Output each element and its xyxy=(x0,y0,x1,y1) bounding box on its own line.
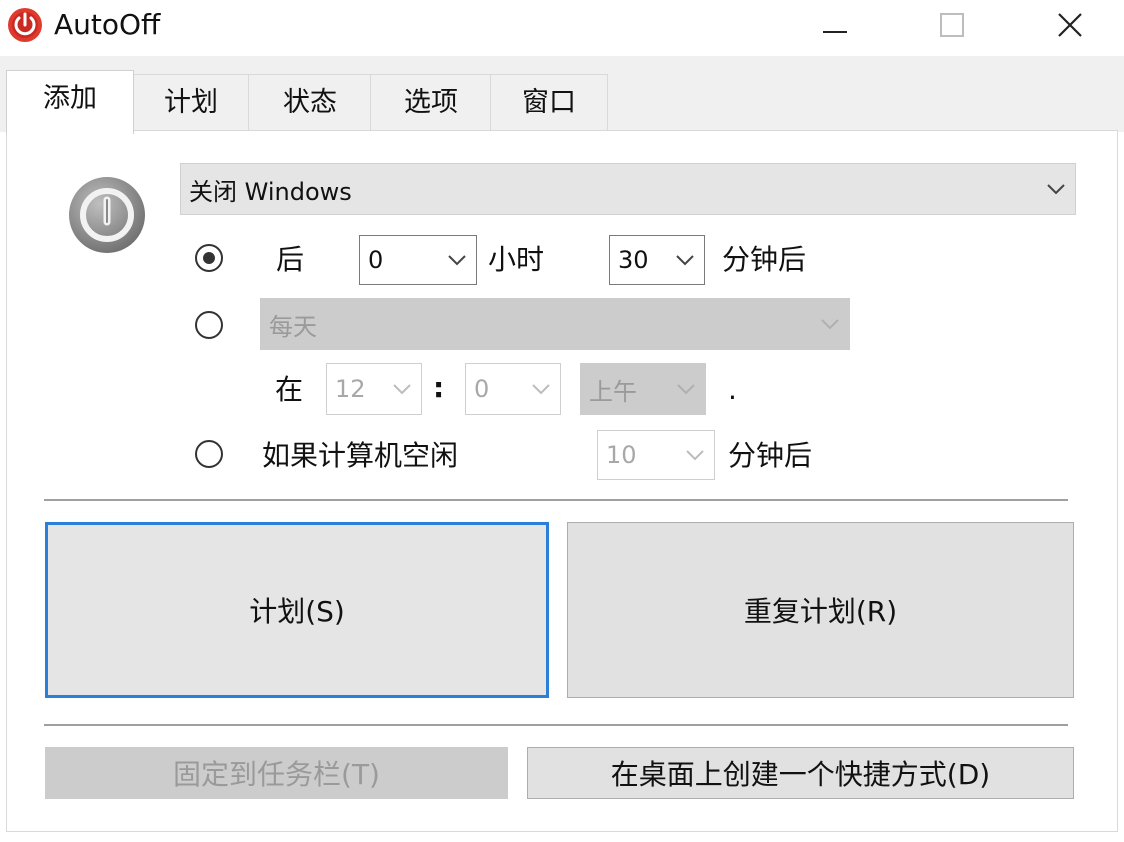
chevron-down-icon xyxy=(393,384,411,395)
maximize-button[interactable] xyxy=(912,0,992,50)
hours-value: 0 xyxy=(368,246,384,274)
idle-radio[interactable] xyxy=(195,440,223,468)
autooff-window: AutoOff 添加 计划 状态 选项 窗口 关闭 Windows 后 0 小时… xyxy=(0,0,1124,842)
chevron-down-icon xyxy=(686,450,704,461)
minutes-dropdown[interactable]: 30 xyxy=(609,235,705,285)
at-label: 在 xyxy=(275,373,304,406)
window-title: AutoOff xyxy=(54,8,161,41)
after-radio[interactable] xyxy=(195,244,223,272)
idle-minutes-dropdown[interactable]: 10 xyxy=(597,430,715,480)
time-separator: : xyxy=(433,371,445,404)
close-button[interactable] xyxy=(1030,0,1110,50)
minutes-unit-label: 分钟后 xyxy=(722,243,807,276)
minimize-button[interactable] xyxy=(795,0,875,50)
divider-top xyxy=(44,499,1068,502)
frequency-dropdown[interactable]: 每天 xyxy=(260,298,850,350)
tab-status[interactable]: 状态 xyxy=(248,74,372,130)
action-dropdown[interactable]: 关闭 Windows xyxy=(180,163,1076,215)
ampm-value: 上午 xyxy=(589,377,637,406)
hours-unit-label: 小时 xyxy=(488,243,545,276)
tab-window[interactable]: 窗口 xyxy=(490,74,608,130)
close-icon xyxy=(1058,13,1082,37)
hours-dropdown[interactable]: 0 xyxy=(359,235,477,285)
tab-add[interactable]: 添加 xyxy=(6,70,134,134)
radio-dot xyxy=(203,252,215,264)
idle-minutes-unit: 分钟后 xyxy=(728,439,813,472)
chevron-down-icon xyxy=(532,384,550,395)
trailing-period: . xyxy=(728,373,737,406)
hour-dropdown[interactable]: 12 xyxy=(326,363,422,415)
hour-value: 12 xyxy=(335,375,366,403)
chevron-down-icon xyxy=(677,384,695,395)
tab-options[interactable]: 选项 xyxy=(370,74,492,130)
chevron-down-icon xyxy=(676,255,694,266)
frequency-value: 每天 xyxy=(269,312,317,341)
maximize-icon xyxy=(940,13,964,37)
ampm-dropdown[interactable]: 上午 xyxy=(580,363,706,415)
pin-taskbar-button[interactable]: 固定到任务栏(T) xyxy=(45,747,508,799)
repeat-schedule-button[interactable]: 重复计划(R) xyxy=(567,522,1074,698)
chevron-down-icon xyxy=(1047,184,1065,195)
desktop-shortcut-button[interactable]: 在桌面上创建一个快捷方式(D) xyxy=(527,747,1074,799)
tab-schedule[interactable]: 计划 xyxy=(132,74,250,130)
chevron-down-icon xyxy=(448,255,466,266)
idle-minutes-value: 10 xyxy=(606,441,637,469)
minute-dropdown[interactable]: 0 xyxy=(465,363,561,415)
schedule-radio[interactable] xyxy=(195,311,223,339)
schedule-button[interactable]: 计划(S) xyxy=(45,522,549,698)
power-button-icon xyxy=(69,177,145,253)
after-label: 后 xyxy=(276,243,305,276)
minimize-icon xyxy=(823,31,847,33)
minutes-value: 30 xyxy=(618,246,649,274)
divider-bottom xyxy=(44,724,1068,727)
power-icon xyxy=(8,8,42,42)
idle-label: 如果计算机空闲 xyxy=(262,439,459,472)
title-bar: AutoOff xyxy=(0,0,1124,56)
action-dropdown-value: 关闭 Windows xyxy=(189,177,352,206)
minute-value: 0 xyxy=(474,375,490,403)
chevron-down-icon xyxy=(821,319,839,330)
